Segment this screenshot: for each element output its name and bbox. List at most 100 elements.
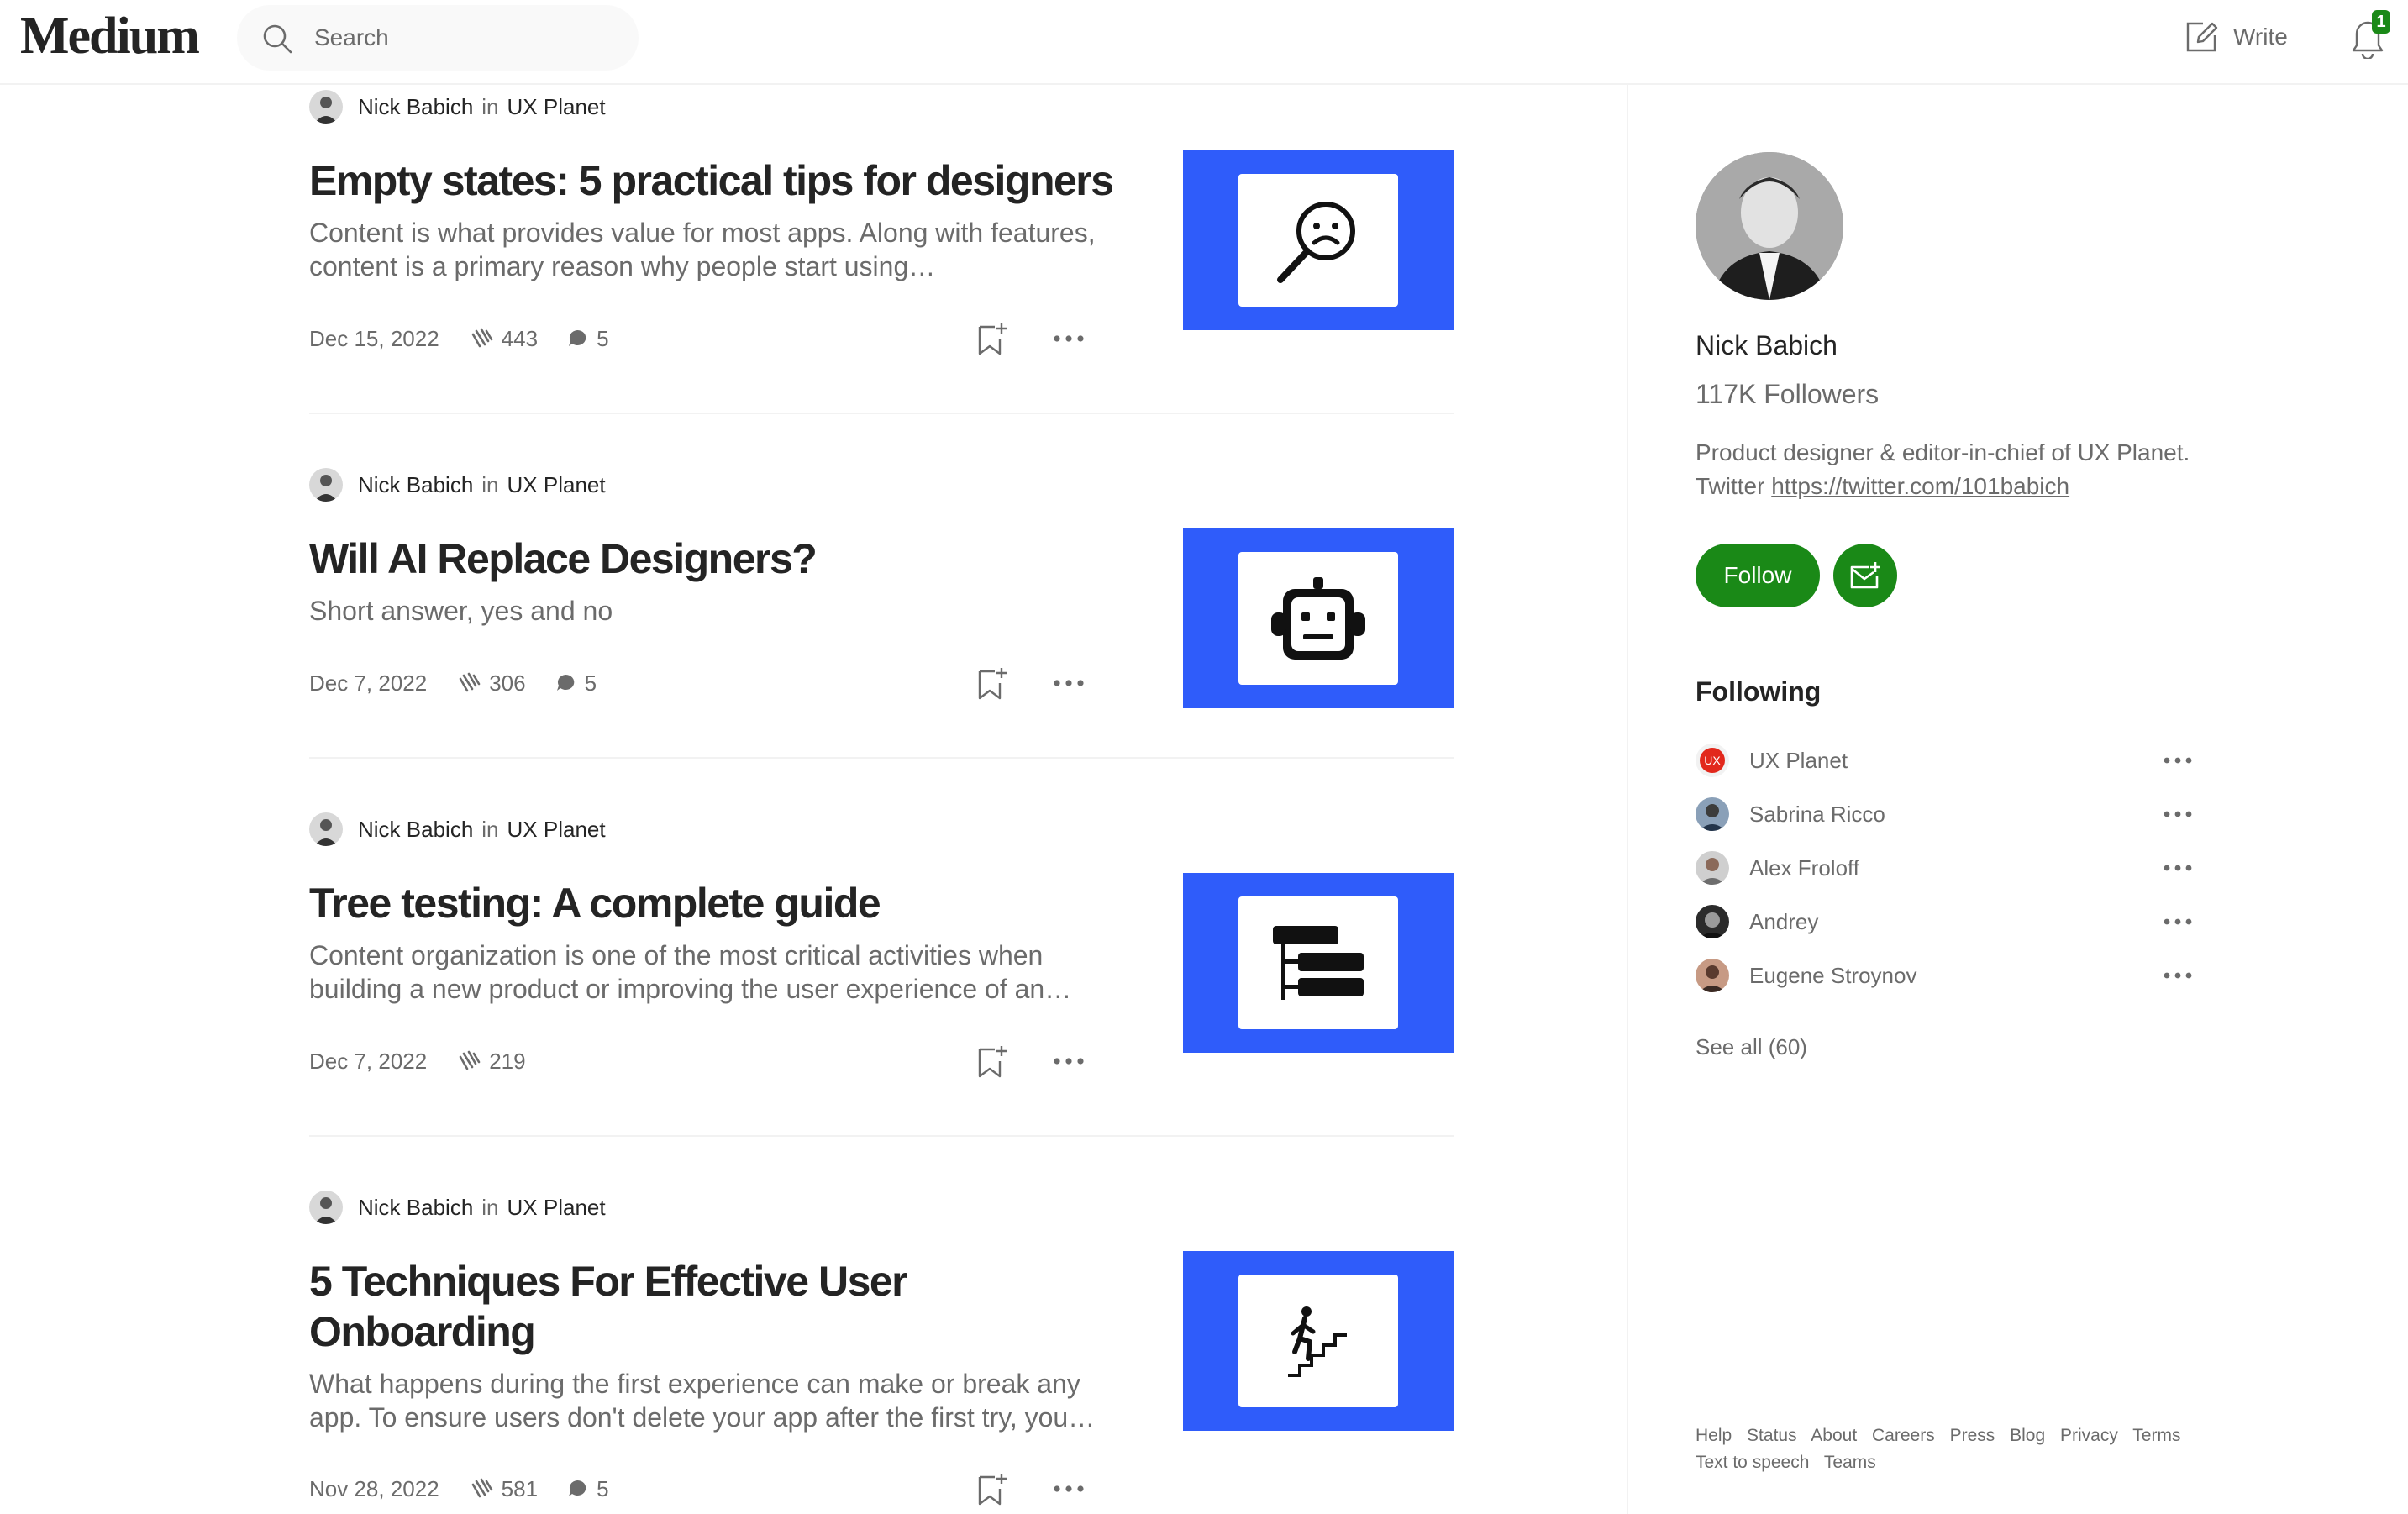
subscribe-email-button[interactable] [1833, 544, 1897, 607]
following-avatar [1696, 959, 1729, 992]
publication-name[interactable]: UX Planet [507, 94, 606, 120]
footer-link-press[interactable]: Press [1950, 1426, 1995, 1445]
article-subtitle[interactable]: What happens during the first experience… [309, 1367, 1116, 1434]
author-avatar[interactable] [309, 1191, 343, 1224]
more-options-icon[interactable] [1052, 329, 1086, 349]
article-thumbnail[interactable] [1183, 1251, 1454, 1431]
footer-link-privacy[interactable]: Privacy [2060, 1426, 2118, 1445]
write-button[interactable]: Write [2183, 15, 2288, 59]
author-avatar[interactable] [309, 90, 343, 124]
author-avatar[interactable] [309, 812, 343, 846]
article-date: Dec 7, 2022 [309, 670, 428, 696]
article-title[interactable]: Will AI Replace Designers? [309, 534, 1116, 584]
article-title[interactable]: 5 Techniques For Effective User Onboardi… [309, 1256, 948, 1357]
clap-count[interactable]: 443 [468, 326, 538, 352]
footer-link-terms[interactable]: Terms [2132, 1426, 2180, 1445]
more-options-icon[interactable] [2163, 967, 2193, 984]
following-item[interactable]: Eugene Stroynov [1696, 957, 2193, 994]
profile-avatar[interactable] [1696, 152, 1843, 300]
bookmark-add-icon[interactable] [975, 320, 1008, 357]
following-avatar [1696, 851, 1729, 885]
footer-link-about[interactable]: About [1811, 1426, 1857, 1445]
following-name[interactable]: Sabrina Ricco [1749, 802, 2163, 828]
more-options-icon[interactable] [2163, 913, 2193, 930]
article-thumbnail[interactable] [1183, 150, 1454, 330]
article-meta: Dec 7, 2022 219 [309, 1046, 555, 1076]
search-bar[interactable] [237, 5, 639, 71]
clap-value: 443 [501, 325, 539, 351]
follow-button[interactable]: Follow [1696, 544, 1820, 607]
article-thumbnail[interactable] [1183, 528, 1454, 708]
profile-sidebar: Nick Babich 117K Followers Product desig… [1696, 85, 2250, 1514]
publication-name[interactable]: UX Planet [507, 817, 606, 843]
twitter-link[interactable]: https://twitter.com/101babich [1771, 473, 2069, 499]
author-avatar[interactable] [309, 468, 343, 502]
article-meta: Dec 7, 2022 306 5 [309, 668, 597, 698]
response-count[interactable]: 5 [566, 1476, 609, 1502]
search-input[interactable] [314, 20, 617, 55]
clap-count[interactable]: 219 [455, 1048, 526, 1075]
article-title[interactable]: Tree testing: A complete guide [309, 878, 1116, 928]
more-options-icon[interactable] [1052, 1051, 1086, 1071]
clap-icon [471, 1478, 492, 1498]
author-name[interactable]: Nick Babich [358, 817, 473, 843]
more-options-icon[interactable] [1052, 1479, 1086, 1499]
footer-link-teams[interactable]: Teams [1824, 1453, 1876, 1472]
more-options-icon[interactable] [2163, 752, 2193, 769]
byline-in: in [481, 1194, 499, 1220]
page: Medium Write 1 [0, 0, 2408, 1514]
notification-badge: 1 [2372, 10, 2390, 34]
byline-in: in [481, 93, 499, 119]
following-item[interactable]: Sabrina Ricco [1696, 796, 2193, 833]
footer-link-careers[interactable]: Careers [1872, 1426, 1935, 1445]
write-label: Write [2233, 24, 2288, 50]
following-item[interactable]: Alex Froloff [1696, 849, 2193, 886]
article-meta: Nov 28, 2022 581 5 [309, 1474, 609, 1504]
following-item[interactable]: Andrey [1696, 903, 2193, 940]
article-card: Nick Babich in UX Planet Will AI Replace… [309, 468, 1454, 791]
footer-link-blog[interactable]: Blog [2010, 1426, 2045, 1445]
clap-count[interactable]: 306 [455, 670, 526, 697]
article-subtitle[interactable]: Content organization is one of the most … [309, 938, 1116, 1006]
clap-value: 219 [489, 1048, 526, 1074]
follower-count[interactable]: 117K Followers [1696, 379, 1879, 410]
notifications-button[interactable]: 1 [2348, 10, 2390, 60]
article-title[interactable]: Empty states: 5 practical tips for desig… [309, 155, 1116, 206]
author-name[interactable]: Nick Babich [358, 94, 473, 120]
bookmark-add-icon[interactable] [975, 1470, 1008, 1507]
article-subtitle[interactable]: Short answer, yes and no [309, 594, 1116, 628]
clap-icon [471, 328, 492, 348]
thumbnail-card [1238, 1275, 1398, 1407]
response-count[interactable]: 5 [555, 670, 597, 697]
clap-value: 306 [489, 670, 526, 696]
top-bar: Medium Write 1 [0, 0, 2408, 85]
article-divider [309, 413, 1454, 414]
following-name[interactable]: Andrey [1749, 909, 2163, 935]
following-item[interactable]: UX UX Planet [1696, 742, 2193, 779]
tree-structure-icon [1273, 926, 1364, 1000]
bookmark-add-icon[interactable] [975, 665, 1008, 702]
following-name[interactable]: Alex Froloff [1749, 855, 2163, 881]
following-name[interactable]: Eugene Stroynov [1749, 963, 2163, 989]
following-name[interactable]: UX Planet [1749, 748, 2163, 774]
article-subtitle[interactable]: Content is what provides value for most … [309, 216, 1116, 283]
footer-link-help[interactable]: Help [1696, 1426, 1732, 1445]
bookmark-add-icon[interactable] [975, 1043, 1008, 1080]
response-count[interactable]: 5 [566, 325, 609, 352]
article-date: Dec 15, 2022 [309, 325, 439, 351]
footer-link-text-to-speech[interactable]: Text to speech [1696, 1453, 1809, 1472]
more-options-icon[interactable] [2163, 806, 2193, 823]
more-options-icon[interactable] [2163, 860, 2193, 876]
article-thumbnail[interactable] [1183, 873, 1454, 1053]
more-options-icon[interactable] [1052, 673, 1086, 693]
footer-link-status[interactable]: Status [1747, 1426, 1797, 1445]
response-value: 5 [597, 325, 609, 351]
publication-name[interactable]: UX Planet [507, 472, 606, 498]
clap-count[interactable]: 581 [468, 1476, 538, 1502]
publication-name[interactable]: UX Planet [507, 1195, 606, 1221]
author-name[interactable]: Nick Babich [358, 472, 473, 498]
see-all-following-link[interactable]: See all (60) [1696, 1034, 1807, 1060]
medium-logo[interactable]: Medium [20, 7, 200, 66]
author-name[interactable]: Nick Babich [358, 1195, 473, 1221]
profile-name: Nick Babich [1696, 330, 1838, 360]
